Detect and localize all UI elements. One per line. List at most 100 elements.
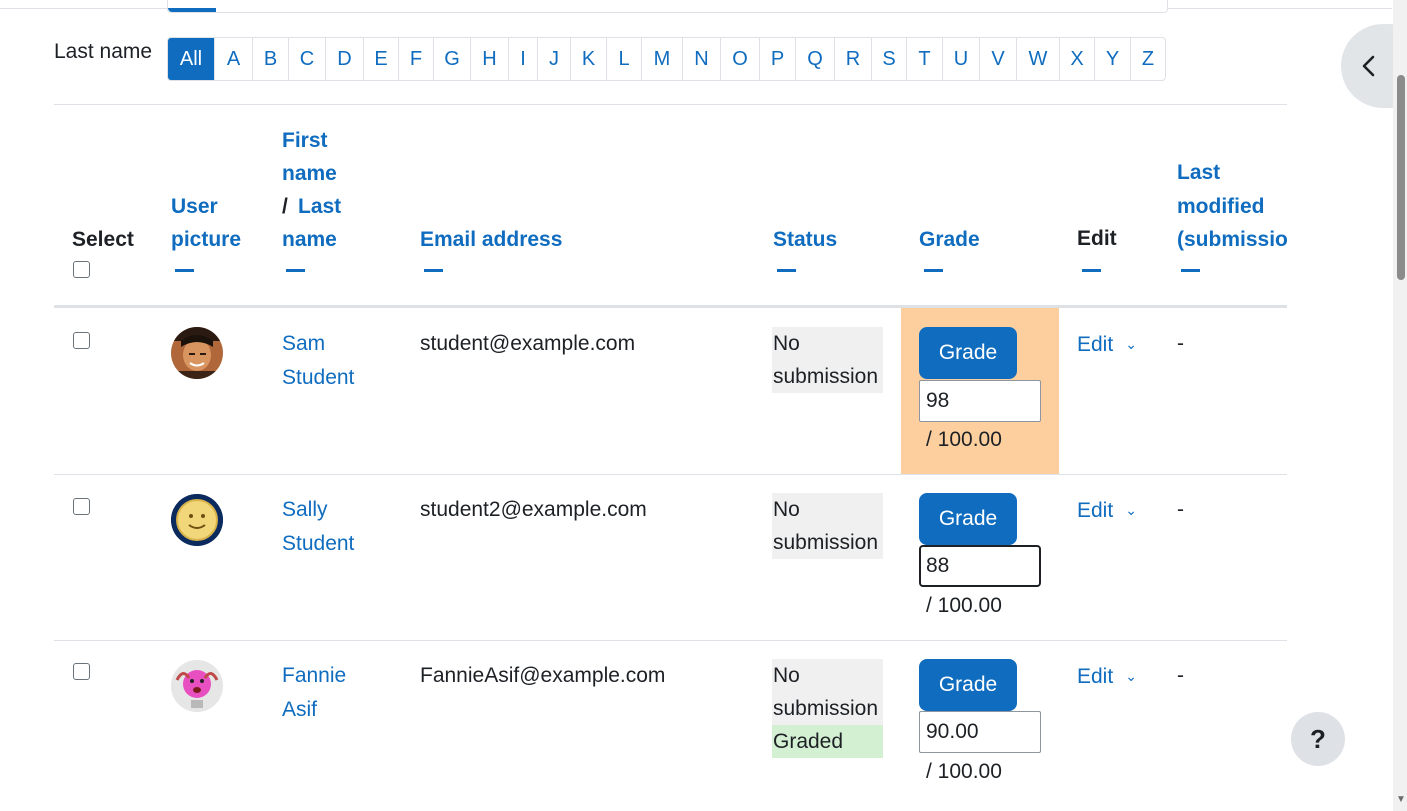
status-no-submission-line2: submission — [772, 526, 883, 559]
edit-label: Edit — [1077, 665, 1114, 688]
initial-g[interactable]: G — [433, 38, 470, 80]
grade-input[interactable]: 98 — [919, 380, 1041, 422]
row-divider — [54, 474, 1287, 475]
header-last-name-line1[interactable]: Last — [298, 190, 341, 223]
collapse-user-picture-icon[interactable] — [175, 269, 194, 272]
header-divider — [54, 305, 1287, 308]
header-user-picture-line1[interactable]: User — [171, 190, 218, 223]
edit-menu[interactable]: Edit ⌄ — [1077, 659, 1137, 694]
header-last-modified-line2[interactable]: modified — [1177, 190, 1265, 223]
initial-z[interactable]: Z — [1130, 38, 1165, 80]
initial-q[interactable]: Q — [795, 38, 834, 80]
initial-y[interactable]: Y — [1094, 38, 1130, 80]
initial-a[interactable]: A — [214, 38, 252, 80]
initial-n[interactable]: N — [682, 38, 720, 80]
initial-m[interactable]: M — [641, 38, 682, 80]
grade-button[interactable]: Grade — [919, 659, 1017, 711]
header-last-modified-line3[interactable]: (submissio — [1177, 228, 1287, 251]
user-email: student2@example.com — [420, 498, 647, 521]
grade-max: / 100.00 — [926, 594, 1002, 617]
initial-s[interactable]: S — [871, 38, 906, 80]
header-email[interactable]: Email address — [420, 223, 562, 256]
submission-status: No submission — [772, 327, 883, 393]
initial-j[interactable]: J — [537, 38, 570, 80]
chevron-down-icon: ⌄ — [1125, 336, 1137, 352]
collapse-name-icon[interactable] — [286, 269, 305, 272]
status-no-submission-line2: submission — [772, 360, 883, 393]
first-name-filter-bar[interactable] — [167, 0, 1168, 13]
initial-v[interactable]: V — [979, 38, 1016, 80]
header-name-separator: / — [282, 195, 294, 218]
header-select: Select — [72, 228, 134, 251]
user-last-name[interactable]: Student — [282, 361, 354, 395]
initial-x[interactable]: X — [1059, 38, 1094, 80]
status-no-submission-line1: No — [772, 327, 883, 360]
header-status[interactable]: Status — [773, 223, 837, 256]
collapse-status-icon[interactable] — [777, 269, 796, 272]
status-graded-badge: Graded — [772, 725, 883, 758]
row-select-checkbox[interactable] — [73, 332, 90, 349]
initial-t[interactable]: T — [906, 38, 942, 80]
header-first-name-line1[interactable]: First — [282, 124, 328, 157]
scroll-down-arrow-icon[interactable]: ▼ — [1396, 794, 1406, 805]
edit-label: Edit — [1077, 499, 1114, 522]
initial-h[interactable]: H — [470, 38, 508, 80]
initial-d[interactable]: D — [325, 38, 363, 80]
initial-f[interactable]: F — [398, 38, 433, 80]
grade-input[interactable]: 88 — [919, 545, 1041, 587]
select-all-checkbox[interactable] — [73, 261, 90, 278]
last-modified: - — [1177, 498, 1184, 521]
user-last-name[interactable]: Student — [282, 527, 354, 561]
row-select-checkbox[interactable] — [73, 498, 90, 515]
initials-filter-bar: All A B C D E F G H I J K L M N O P Q R … — [167, 37, 1166, 81]
collapse-email-icon[interactable] — [424, 269, 443, 272]
user-first-name[interactable]: Sam — [282, 327, 325, 361]
edit-menu[interactable]: Edit ⌄ — [1077, 327, 1137, 362]
row-select-checkbox[interactable] — [73, 663, 90, 680]
initial-u[interactable]: U — [942, 38, 979, 80]
header-first-name-line2[interactable]: name — [282, 157, 337, 190]
header-last-modified-line1[interactable]: Last — [1177, 156, 1220, 189]
initial-p[interactable]: P — [759, 38, 795, 80]
first-name-filter-active[interactable] — [168, 8, 216, 12]
chevron-down-icon: ⌄ — [1125, 502, 1137, 518]
grade-input[interactable]: 90.00 — [919, 711, 1041, 753]
collapse-last-modified-icon[interactable] — [1181, 269, 1200, 272]
row-divider — [54, 640, 1287, 641]
table-top-divider — [54, 104, 1287, 105]
initial-i[interactable]: I — [508, 38, 537, 80]
collapse-grade-icon[interactable] — [924, 269, 943, 272]
header-last-name-line2[interactable]: name — [282, 223, 337, 256]
grade-max: / 100.00 — [926, 760, 1002, 783]
submission-status: No submission Graded — [772, 659, 883, 758]
last-modified: - — [1177, 332, 1184, 355]
grade-button[interactable]: Grade — [919, 327, 1017, 379]
initial-all[interactable]: All — [168, 38, 214, 80]
user-first-name[interactable]: Fannie — [282, 659, 346, 693]
user-avatar[interactable] — [171, 494, 223, 546]
scrollbar-thumb[interactable] — [1397, 75, 1405, 280]
header-user-picture-line2[interactable]: picture — [171, 223, 241, 256]
initial-l[interactable]: L — [606, 38, 641, 80]
initial-o[interactable]: O — [720, 38, 759, 80]
user-first-name[interactable]: Sally — [282, 493, 328, 527]
user-last-name[interactable]: Asif — [282, 693, 317, 727]
chevron-left-icon — [1362, 55, 1375, 77]
header-grade[interactable]: Grade — [919, 223, 980, 256]
avatar-cartoon — [171, 660, 223, 712]
user-avatar[interactable] — [171, 660, 223, 712]
user-email: student@example.com — [420, 332, 636, 355]
initial-c[interactable]: C — [288, 38, 325, 80]
chevron-down-icon: ⌄ — [1125, 668, 1137, 684]
collapse-edit-icon[interactable] — [1082, 269, 1101, 272]
initial-k[interactable]: K — [570, 38, 606, 80]
user-avatar[interactable] — [171, 327, 223, 379]
help-button[interactable]: ? — [1291, 712, 1345, 766]
initial-r[interactable]: R — [834, 38, 871, 80]
initial-w[interactable]: W — [1016, 38, 1059, 80]
edit-menu[interactable]: Edit ⌄ — [1077, 493, 1137, 528]
initial-b[interactable]: B — [252, 38, 288, 80]
status-no-submission-line1: No — [772, 493, 883, 526]
grade-button[interactable]: Grade — [919, 493, 1017, 545]
initial-e[interactable]: E — [363, 38, 398, 80]
